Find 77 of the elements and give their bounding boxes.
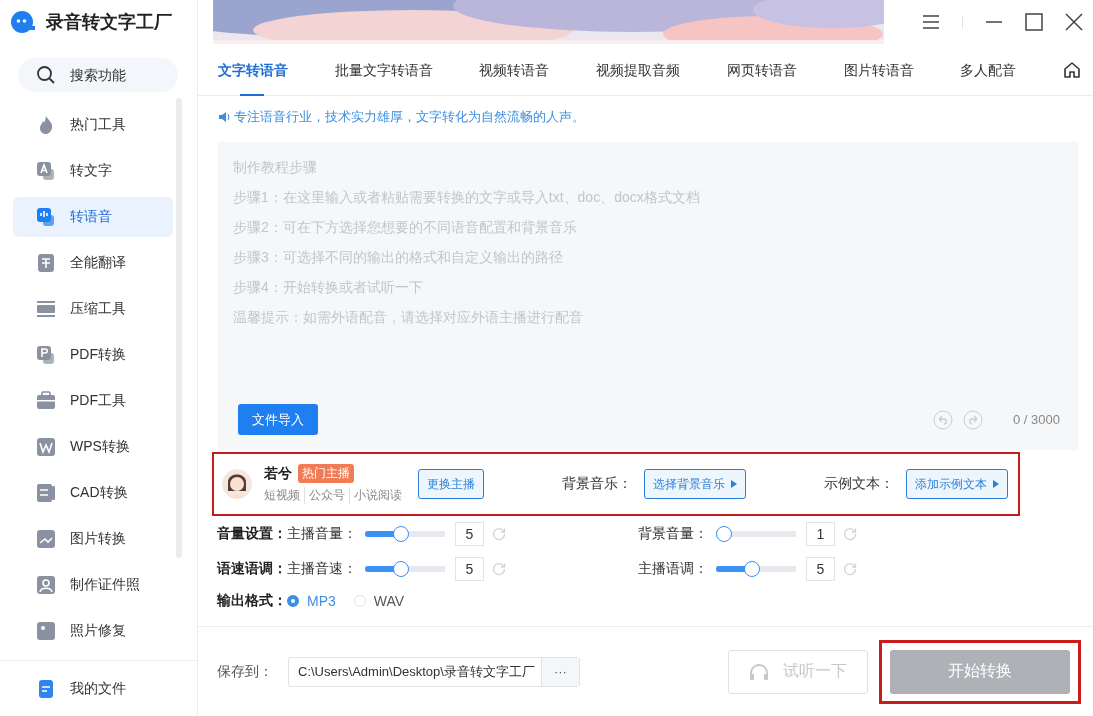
tab[interactable]: 视频提取音频	[596, 43, 681, 96]
sidebar-item[interactable]: 照片修复	[13, 611, 173, 651]
sidebar-item[interactable]: 压缩工具	[13, 289, 173, 329]
sidebar-item[interactable]: WPS转换	[13, 427, 173, 467]
translate-icon	[36, 253, 56, 273]
search-icon	[36, 65, 56, 85]
hot-badge: 热门主播	[298, 464, 354, 483]
maximize-icon[interactable]	[1025, 13, 1043, 31]
slider-thumb[interactable]	[716, 525, 732, 542]
letter-w-icon	[36, 437, 56, 457]
sidebar-item[interactable]: CAD转换	[13, 473, 173, 513]
home-icon[interactable]	[1062, 60, 1081, 79]
value-field[interactable]: 5	[455, 556, 484, 581]
close-icon[interactable]	[1065, 13, 1083, 31]
menu-icon[interactable]	[922, 14, 940, 30]
speaker-icon	[218, 111, 232, 123]
logo-icon	[10, 10, 36, 34]
voice-tag: 公众号	[309, 487, 350, 504]
sidebar-item[interactable]: PDF转换	[13, 335, 173, 375]
sidebar-item[interactable]: 转文字	[13, 151, 173, 191]
character-counter: 0 / 3000	[1013, 412, 1060, 427]
sidebar-item[interactable]: 图片转换	[13, 519, 173, 559]
sidebar-item[interactable]: 制作证件照	[13, 565, 173, 605]
sidebar-item[interactable]: 转语音	[13, 197, 173, 237]
pdf-icon	[36, 345, 56, 365]
background-music-button[interactable]: 选择背景音乐	[644, 469, 746, 499]
caret-icon	[993, 480, 999, 488]
field-label: 背景音乐：	[562, 475, 632, 493]
slider-thumb[interactable]	[393, 525, 410, 542]
tab[interactable]: 文字转语音	[218, 43, 288, 96]
sidebar-item[interactable]: 我的文件	[13, 668, 173, 709]
letter-a-icon	[36, 161, 56, 181]
field-label: 示例文本：	[824, 475, 894, 493]
briefcase-icon	[36, 391, 56, 411]
voice-tag: 短视频	[264, 487, 305, 504]
avatar-icon	[222, 469, 252, 499]
radio-option[interactable]: WAV	[353, 593, 405, 609]
app-title: 录音转文字工厂	[46, 11, 172, 34]
notice-text: 专注语音行业，技术实力雄厚，文字转化为自然流畅的人声。	[234, 108, 585, 126]
image-icon	[36, 529, 56, 549]
microphone-icon	[36, 207, 56, 227]
field-label: 主播音量：	[287, 524, 358, 543]
setting-label: 输出格式：	[217, 592, 287, 610]
field-label: 背景音量：	[638, 524, 709, 543]
import-button[interactable]: 文件导入	[238, 404, 318, 435]
setting-label: 语速语调：	[217, 559, 287, 578]
person-icon	[36, 575, 56, 595]
tab[interactable]: 多人配音	[960, 43, 1017, 96]
save-label: 保存到：	[217, 662, 273, 681]
photo-icon	[36, 621, 56, 641]
sample-text-button[interactable]: 添加示例文本	[906, 469, 1008, 499]
field-label: 主播语调：	[638, 559, 709, 578]
layers-icon	[36, 483, 56, 503]
value-field[interactable]: 1	[806, 521, 835, 546]
field-label: 主播音速：	[287, 559, 358, 578]
tab[interactable]: 视频转语音	[479, 43, 550, 96]
caret-icon	[731, 480, 737, 488]
compress-icon	[36, 299, 56, 319]
sidebar-item[interactable]: 全能翻译	[13, 243, 173, 283]
slider-thumb[interactable]	[744, 560, 761, 577]
headphones-icon	[749, 662, 769, 681]
search-input[interactable]: 搜索功能	[68, 66, 162, 84]
sidebar-item[interactable]: PDF工具	[13, 381, 173, 421]
document-icon	[36, 678, 56, 699]
value-field[interactable]: 5	[806, 556, 835, 581]
search-field[interactable]: 搜索功能	[18, 58, 178, 92]
tab[interactable]: 网页转语音	[726, 43, 797, 96]
slider-thumb[interactable]	[393, 560, 410, 577]
value-field[interactable]: 5	[455, 521, 484, 546]
voice-name: 若兮	[264, 464, 292, 483]
tab[interactable]: 图片转语音	[843, 43, 914, 96]
change-voice-button[interactable]: 更换主播	[418, 469, 484, 499]
voice-tag: 小说阅读	[354, 487, 406, 504]
tab[interactable]: 批量文字转语音	[334, 43, 433, 96]
radio-option[interactable]: MP3	[287, 593, 336, 609]
sidebar-item[interactable]: 热门工具	[13, 105, 173, 145]
setting-label: 音量设置：	[217, 524, 287, 543]
